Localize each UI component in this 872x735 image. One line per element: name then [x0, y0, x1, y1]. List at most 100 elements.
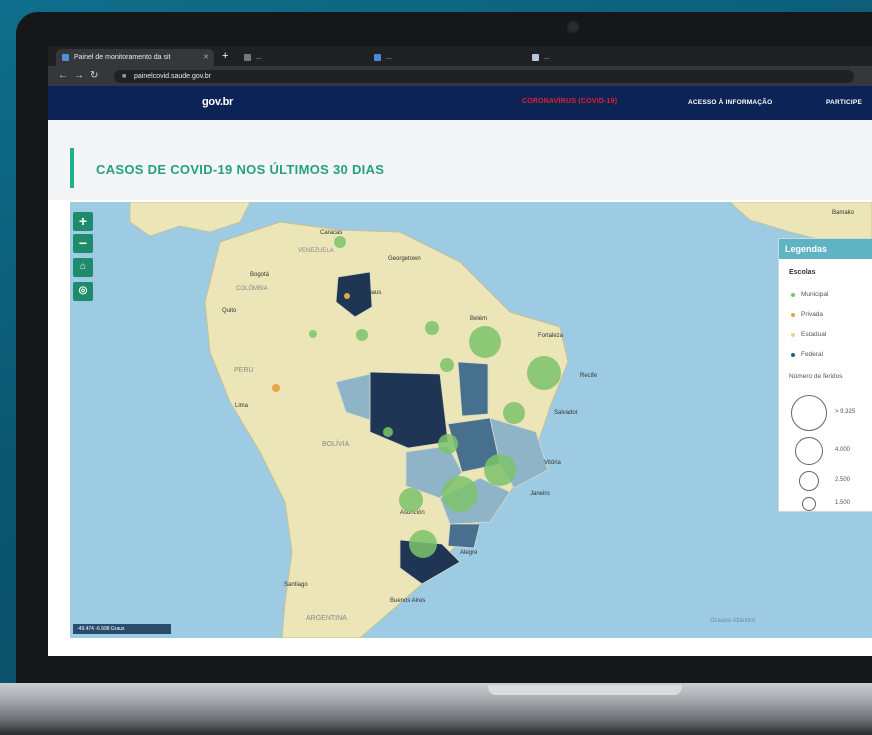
case-bubble[interactable] — [527, 356, 561, 390]
state-tocantins[interactable] — [457, 361, 489, 417]
legend-label: Estadual — [801, 331, 827, 338]
url-text: painelcovid.saude.gov.br — [134, 73, 211, 80]
dot-icon — [791, 313, 795, 317]
map-canvas[interactable]: Caracas Bogotá Quito Lima Belém Fortalez… — [70, 202, 872, 638]
label-bogota: Bogotá — [250, 272, 270, 278]
page-title: CASOS DE COVID-19 NOS ÚLTIMOS 30 DIAS — [96, 162, 385, 177]
label-argentina: ARGENTINA — [306, 615, 347, 622]
browser-tab-bar: Painel de monitoramento da sit ✕ + ... .… — [48, 46, 872, 66]
case-bubble[interactable] — [425, 321, 439, 335]
case-bubble[interactable] — [309, 330, 317, 338]
size-circle-xsmall — [802, 497, 816, 511]
label-caracas: Caracas — [320, 230, 342, 236]
label-belem: Belém — [470, 316, 487, 322]
nav-link-acesso-informacao[interactable]: ACESSO À INFORMAÇÃO — [688, 99, 772, 106]
tab-active[interactable]: Painel de monitoramento da sit ✕ — [56, 49, 214, 66]
title-area: CASOS DE COVID-19 NOS ÚLTIMOS 30 DIAS — [48, 120, 872, 200]
school-marker[interactable] — [344, 293, 350, 299]
legend-item-municipal: Municipal — [791, 291, 829, 298]
state-mato-grosso[interactable] — [369, 371, 449, 449]
favicon-icon — [62, 54, 69, 61]
label-fortaleza: Fortaleza — [538, 333, 564, 339]
school-marker[interactable] — [272, 384, 280, 392]
tab-label: Painel de monitoramento da sit — [74, 54, 171, 61]
tab-label: ... — [386, 54, 392, 61]
size-circle-large — [791, 395, 827, 431]
label-georgetown: Georgetown — [388, 256, 421, 262]
new-tab-button[interactable]: + — [222, 49, 228, 63]
legend-item-federal: Federal — [791, 351, 824, 358]
case-bubble[interactable] — [484, 454, 516, 486]
favicon-icon — [374, 54, 381, 61]
label-recife: Recife — [580, 373, 598, 379]
laptop-base — [0, 683, 872, 735]
map-attribution: Oceano Atlântico — [710, 618, 756, 624]
legend-item-estadual: Estadual — [791, 331, 827, 338]
close-tab-icon[interactable]: ✕ — [203, 49, 209, 66]
home-icon[interactable]: ⌂ — [73, 258, 93, 277]
dot-icon — [791, 293, 795, 297]
zoom-out-button[interactable]: − — [73, 234, 93, 253]
tab-label: ... — [544, 54, 550, 61]
label-rio: Janeiro — [530, 491, 550, 497]
label-bolivia: BOLÍVIA — [322, 439, 350, 448]
lock-icon: ■ — [122, 73, 127, 80]
label-manaus: Manaus — [360, 290, 381, 296]
favicon-icon — [532, 54, 539, 61]
case-bubble[interactable] — [440, 358, 454, 372]
tab-3[interactable]: ... — [368, 49, 518, 66]
case-bubble[interactable] — [409, 530, 437, 558]
nav-link-coronavirus[interactable]: CORONAVÍRUS (COVID-19) — [522, 98, 617, 105]
legend-size-value: 2.500 — [835, 477, 851, 483]
legend-label: Municipal — [801, 291, 829, 298]
label-vitoria: Vitória — [544, 460, 562, 466]
address-bar: ← → ↻ ■ painelcovid.saude.gov.br — [48, 66, 872, 86]
zoom-in-button[interactable]: + — [73, 212, 93, 231]
label-buenos-aires: Buenos Aires — [390, 598, 425, 604]
url-field[interactable]: ■ painelcovid.saude.gov.br — [114, 70, 854, 83]
legend-size-label: Número de feridos — [789, 373, 843, 380]
forward-icon[interactable]: → — [74, 69, 84, 83]
legend-size-value: 1.500 — [835, 500, 851, 506]
screen: Painel de monitoramento da sit ✕ + ... .… — [48, 46, 872, 656]
case-bubble[interactable] — [334, 236, 346, 248]
tab-4[interactable]: ... — [526, 49, 686, 66]
tab-label: ... — [256, 54, 262, 61]
webcam — [566, 20, 580, 34]
title-accent — [70, 148, 74, 188]
label-salvador: Salvador — [554, 410, 578, 416]
case-bubble[interactable] — [442, 476, 478, 512]
dot-icon — [791, 333, 795, 337]
label-peru: PERU — [234, 367, 253, 374]
covid-map[interactable]: Caracas Bogotá Quito Lima Belém Fortalez… — [70, 202, 872, 638]
central-america-landmass — [129, 202, 251, 237]
nav-link-participe[interactable]: PARTICIPE — [826, 99, 862, 106]
case-bubble[interactable] — [438, 434, 458, 454]
legend-size-value: > 9.325 — [835, 409, 856, 415]
legend-size-value: 4.000 — [835, 447, 851, 453]
case-bubble[interactable] — [399, 488, 423, 512]
legend-title: Legendas — [779, 239, 872, 259]
case-bubble[interactable] — [356, 329, 368, 341]
tab-2[interactable]: ... — [238, 49, 358, 66]
case-bubble[interactable] — [383, 427, 393, 437]
gov-logo[interactable]: gov.br — [202, 96, 233, 108]
size-circle-medium — [795, 437, 823, 465]
size-circle-small — [799, 471, 819, 491]
reload-icon[interactable]: ↻ — [90, 69, 98, 83]
legend-schools-label: Escolas — [789, 269, 816, 276]
label-santiago: Santiago — [284, 582, 308, 588]
label-quito: Quito — [222, 308, 237, 314]
legend-label: Federal — [801, 351, 824, 358]
coordinate-readout: -49.474 -6.998 Graus — [73, 624, 171, 634]
legend-item-privada: Privada — [791, 311, 823, 318]
state-parana[interactable] — [447, 523, 481, 549]
back-icon[interactable]: ← — [58, 69, 68, 83]
label-colombia: COLÔMBIA — [236, 285, 268, 292]
label-porto-alegre: Alegre — [460, 550, 478, 556]
locate-icon[interactable]: ◎ — [73, 282, 93, 301]
case-bubble[interactable] — [503, 402, 525, 424]
dot-icon — [791, 353, 795, 357]
laptop-notch — [488, 685, 682, 695]
case-bubble[interactable] — [469, 326, 501, 358]
